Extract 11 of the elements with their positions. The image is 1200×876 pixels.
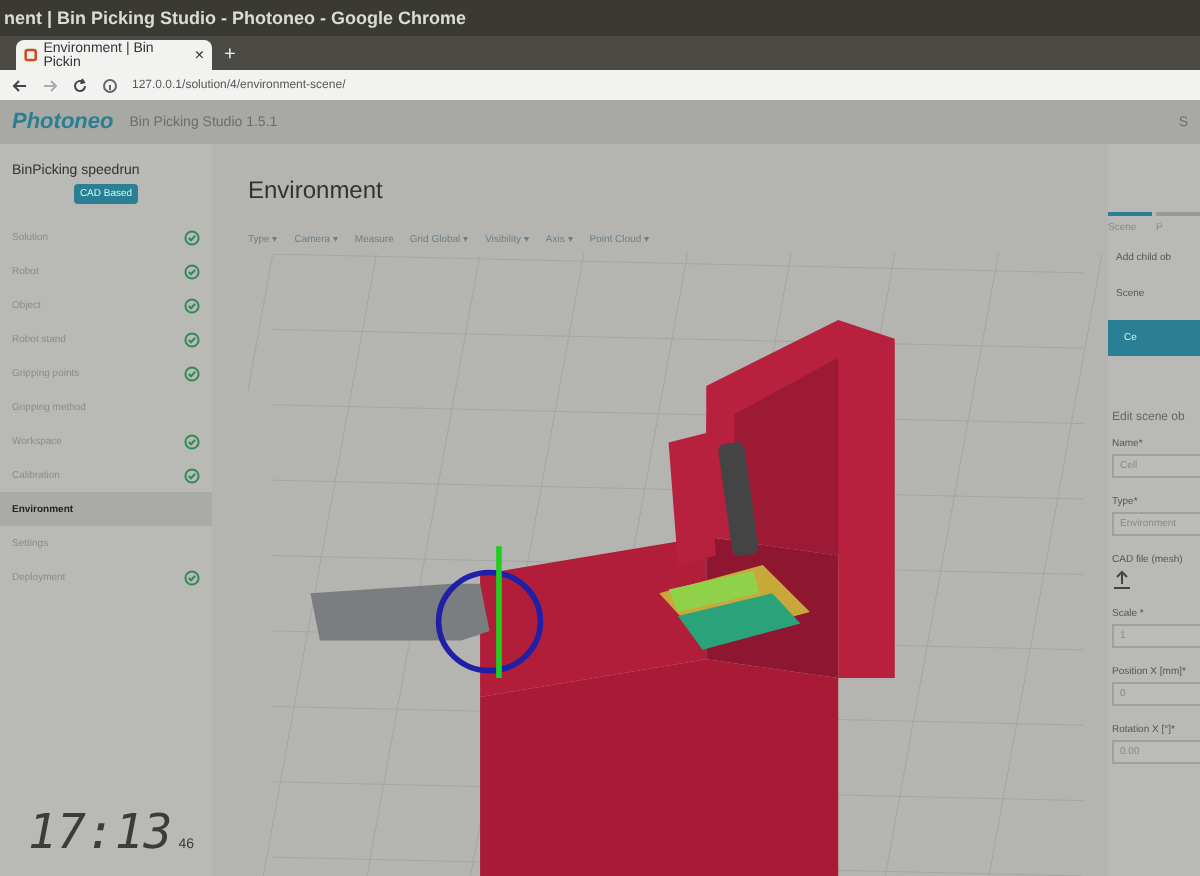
info-icon[interactable] [102,77,118,93]
page-icon [24,48,38,62]
upload-icon[interactable] [1112,570,1132,590]
new-tab-button[interactable]: + [224,44,236,70]
page-title: Environment [248,176,385,204]
back-icon[interactable] [12,77,28,93]
close-tab-button[interactable]: × [194,46,204,64]
logo: Photoneo [12,110,114,134]
window-title: nent | Bin Picking Studio - Photoneo - Google Chrome [0,0,1200,36]
reload-icon[interactable] [72,77,88,93]
clock-time: 17:13 [28,804,173,860]
